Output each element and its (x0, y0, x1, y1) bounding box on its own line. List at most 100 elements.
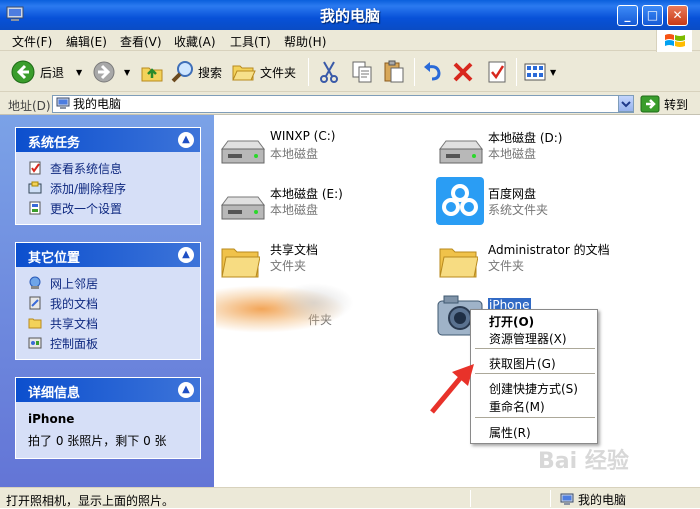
menu-separator (475, 373, 595, 374)
forward-button[interactable]: ▼ (92, 58, 130, 86)
properties-button[interactable] (486, 58, 508, 86)
menu-file[interactable]: 文件(F) (12, 33, 52, 50)
properties-icon (488, 61, 506, 83)
task-change-setting[interactable]: 更改一个设置 (28, 198, 200, 218)
task-label: 查看系统信息 (50, 161, 123, 176)
windows-logo (656, 30, 692, 52)
delete-button[interactable] (452, 58, 474, 86)
task-label: 添加/删除程序 (50, 181, 127, 196)
context-get-pictures[interactable]: 获取图片(G) (489, 355, 556, 372)
details-description: 拍了 0 张照片，剩下 0 张 (28, 434, 167, 448)
collapse-chevron-icon[interactable]: ▲ (178, 132, 194, 148)
place-label: 我的文档 (50, 296, 99, 311)
place-network[interactable]: 网上邻居 (28, 273, 200, 293)
undo-icon (424, 62, 441, 81)
drive-e[interactable]: 本地磁盘 (E:) 本地磁盘 (214, 185, 414, 237)
watermark: Bai 经验 (538, 449, 629, 474)
drive-c[interactable]: WINXP (C:) 本地磁盘 (214, 129, 414, 181)
minimize-button[interactable]: _ (617, 5, 638, 26)
menu-edit[interactable]: 编辑(E) (66, 33, 107, 50)
context-open[interactable]: 打开(O) (489, 313, 534, 330)
other-places-title: 其它位置 (28, 251, 81, 266)
network-globe-icon (29, 276, 41, 289)
task-view-system-info[interactable]: 查看系统信息 (28, 158, 200, 178)
go-arrow-icon (640, 95, 660, 113)
collapse-chevron-icon[interactable]: ▲ (178, 247, 194, 263)
task-add-remove-programs[interactable]: 添加/删除程序 (28, 178, 200, 198)
undo-button[interactable] (422, 58, 444, 86)
paste-button[interactable] (382, 58, 406, 86)
place-my-documents[interactable]: 我的文档 (28, 293, 200, 313)
context-explorer[interactable]: 资源管理器(X) (489, 330, 567, 347)
cut-icon (320, 61, 338, 83)
toolbar-separator (516, 58, 517, 86)
views-grid-icon (524, 63, 546, 81)
place-label: 网上邻居 (50, 276, 99, 291)
menu-separator (475, 417, 595, 418)
hard-drive-icon (221, 140, 265, 164)
views-button[interactable]: ▼ (524, 58, 556, 86)
system-info-icon (29, 161, 41, 175)
address-value: 我的电脑 (73, 97, 122, 111)
search-label: 搜索 (198, 65, 223, 80)
menu-tools[interactable]: 工具(T) (230, 33, 271, 50)
context-rename[interactable]: 重命名(M) (489, 398, 545, 415)
menu-view[interactable]: 查看(V) (120, 33, 162, 50)
place-shared-documents[interactable]: 共享文档 (28, 313, 200, 333)
window-title: 我的电脑 (319, 7, 380, 25)
place-control-panel[interactable]: 控制面板 (28, 333, 200, 353)
details-header[interactable]: 详细信息 ▲ (16, 378, 200, 402)
folder-icon (232, 65, 256, 81)
maximize-button[interactable]: □ (642, 5, 663, 26)
item-type: 本地磁盘 (488, 147, 537, 161)
address-dropdown-button[interactable] (618, 95, 634, 112)
title-bar[interactable]: 我的电脑 _ □ ✕ (0, 0, 700, 30)
go-button[interactable]: 转到 (640, 95, 688, 113)
up-folder-button[interactable] (140, 58, 164, 86)
menu-help[interactable]: 帮助(H) (284, 33, 326, 50)
up-folder-icon (141, 67, 163, 82)
copy-button[interactable] (350, 58, 374, 86)
search-button[interactable]: 搜索 (170, 58, 222, 86)
item-label: 百度网盘 (488, 187, 537, 201)
back-button[interactable]: 后退 ▼ (10, 58, 82, 86)
item-type: 本地磁盘 (270, 203, 319, 217)
menu-favorites[interactable]: 收藏(A) (174, 33, 216, 50)
folders-button[interactable]: 文件夹 (232, 58, 296, 86)
my-computer-icon (560, 493, 574, 505)
collapse-chevron-icon[interactable]: ▲ (178, 382, 194, 398)
back-dropdown-icon[interactable]: ▼ (76, 68, 82, 77)
context-create-shortcut[interactable]: 创建快捷方式(S) (489, 380, 578, 397)
drive-d[interactable]: 本地磁盘 (D:) 本地磁盘 (432, 129, 632, 181)
hard-drive-icon (439, 140, 483, 164)
views-dropdown-icon[interactable]: ▼ (550, 68, 556, 77)
red-arrow-annotation (430, 364, 474, 414)
copy-icon (352, 61, 372, 83)
administrator-documents-folder[interactable]: Administrator 的文档 文件夹 (432, 241, 692, 293)
close-button[interactable]: ✕ (667, 5, 688, 26)
item-label: Administrator 的文档 (488, 243, 610, 257)
hard-drive-icon (221, 196, 265, 220)
place-label: 控制面板 (50, 336, 99, 351)
folder-icon (439, 248, 478, 278)
blurred-area (274, 283, 354, 323)
item-type: 本地磁盘 (270, 147, 319, 161)
add-remove-icon (28, 181, 42, 194)
system-tasks-title: 系统任务 (28, 136, 81, 151)
status-location: 我的电脑 (560, 491, 626, 508)
status-text: 打开照相机，显示上面的照片。 (6, 494, 175, 508)
system-tasks-header[interactable]: 系统任务 ▲ (16, 128, 200, 152)
other-places-header[interactable]: 其它位置 ▲ (16, 243, 200, 267)
item-label: 共享文档 (270, 243, 319, 257)
task-pane: 系统任务 ▲ 查看系统信息 添加/删除程序 更改一个设置 其它位置 ▲ 网上邻居… (0, 115, 214, 487)
details-panel: 详细信息 ▲ iPhone 拍了 0 张照片，剩下 0 张 (15, 377, 201, 459)
forward-dropdown-icon[interactable]: ▼ (124, 68, 130, 77)
control-panel-icon (29, 201, 41, 215)
toolbar-separator (308, 58, 309, 86)
move-to-button[interactable] (318, 58, 340, 86)
my-computer-icon (56, 97, 70, 109)
baidu-netdisk[interactable]: 百度网盘 系统文件夹 (432, 177, 632, 229)
status-divider (550, 490, 551, 507)
address-input[interactable]: 我的电脑 (52, 95, 634, 113)
context-properties[interactable]: 属性(R) (489, 424, 531, 441)
